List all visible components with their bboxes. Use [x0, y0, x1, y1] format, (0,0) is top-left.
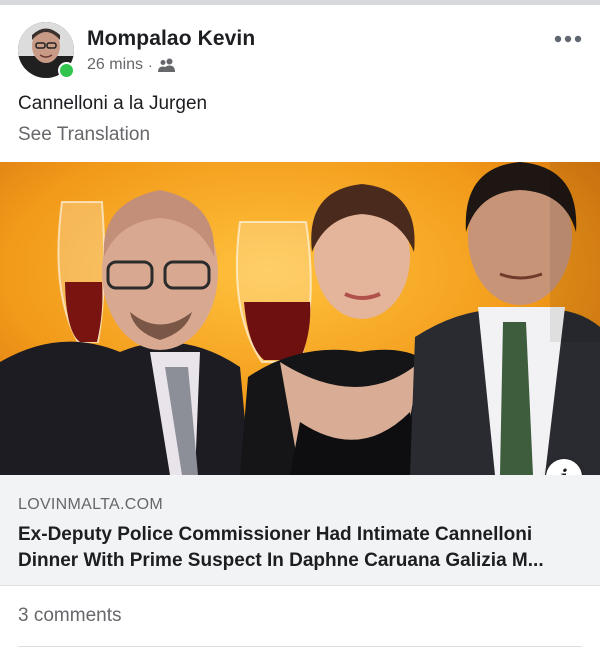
see-translation-link[interactable]: See Translation: [18, 124, 150, 146]
post-meta: 26 mins ·: [87, 56, 175, 74]
online-status-indicator: [58, 62, 75, 79]
preview-photo: [0, 162, 600, 475]
friends-icon[interactable]: [157, 58, 175, 72]
comments-count[interactable]: 3 comments: [18, 605, 121, 627]
post-header: Mompalao Kevin 26 mins ·: [18, 22, 582, 82]
top-divider: [0, 0, 600, 5]
link-title[interactable]: Ex-Deputy Police Commissioner Had Intima…: [18, 522, 584, 574]
link-preview-image[interactable]: [0, 162, 600, 475]
author-name[interactable]: Mompalao Kevin: [87, 27, 255, 51]
link-domain: LOVINMALTA.COM: [18, 496, 163, 513]
bottom-divider: [18, 646, 582, 647]
link-meta[interactable]: LOVINMALTA.COM Ex-Deputy Police Commissi…: [0, 475, 600, 586]
post-timestamp[interactable]: 26 mins: [87, 56, 143, 74]
meta-separator: ·: [148, 57, 153, 73]
more-options-icon[interactable]: [554, 32, 582, 46]
link-preview-card[interactable]: i LOVINMALTA.COM Ex-Deputy Police Commis…: [0, 162, 600, 586]
post-text: Cannelloni a la Jurgen: [18, 93, 208, 114]
